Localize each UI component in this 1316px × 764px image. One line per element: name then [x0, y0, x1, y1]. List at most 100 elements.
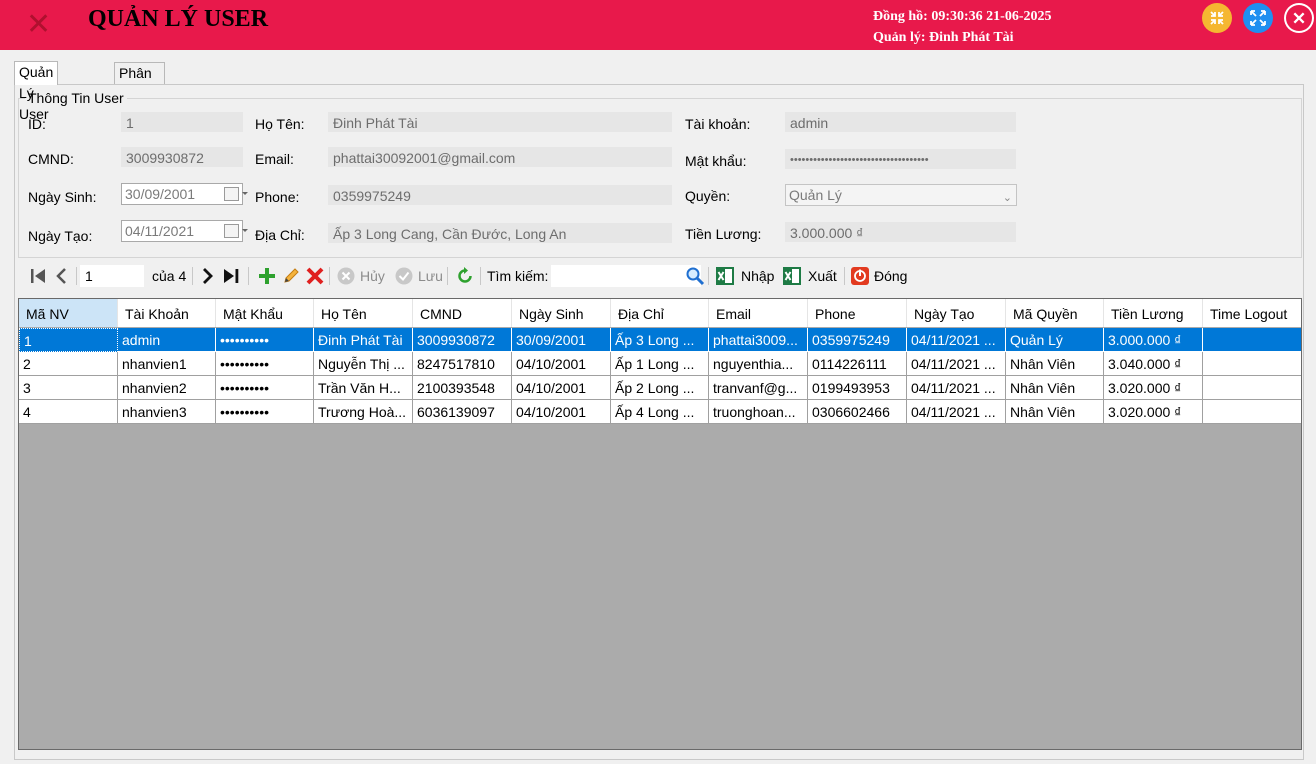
- column-header[interactable]: Ngày Sinh: [512, 299, 611, 327]
- column-header[interactable]: Tiền Lương: [1104, 299, 1203, 327]
- table-cell[interactable]: 6036139097: [413, 400, 512, 424]
- table-cell[interactable]: 04/11/2021 ...: [907, 400, 1006, 424]
- column-header[interactable]: Mã Quyền: [1006, 299, 1104, 327]
- table-cell[interactable]: Ấp 1 Long ...: [611, 352, 709, 376]
- table-cell[interactable]: Nhân Viên: [1006, 352, 1104, 376]
- tab-permissions[interactable]: Phân Quyền: [114, 62, 166, 102]
- close-button[interactable]: [1284, 3, 1314, 33]
- table-cell[interactable]: 04/11/2021 ...: [907, 376, 1006, 400]
- table-cell[interactable]: Nhân Viên: [1006, 400, 1104, 424]
- table-cell[interactable]: ••••••••••: [216, 352, 314, 376]
- table-row[interactable]: 2 nhanvien1 •••••••••• Nguyễn Thị ... 824751…: [19, 352, 1301, 376]
- email-field[interactable]: phattai30092001@gmail.com: [328, 147, 672, 167]
- minimize-button[interactable]: [1202, 3, 1232, 33]
- table-cell[interactable]: 04/10/2001: [512, 352, 611, 376]
- table-row[interactable]: 3 nhanvien2 •••••••••• Trần Văn H... 2100393…: [19, 376, 1301, 400]
- move-next-button[interactable]: [198, 266, 218, 286]
- salary-field[interactable]: 3.000.000 ₫: [785, 222, 1016, 242]
- table-cell[interactable]: 0359975249: [808, 328, 907, 352]
- table-cell[interactable]: 04/10/2001: [512, 376, 611, 400]
- role-select[interactable]: Quản Lý ⌄: [785, 184, 1017, 206]
- move-first-button[interactable]: [28, 266, 48, 286]
- table-cell[interactable]: ••••••••••: [216, 328, 314, 352]
- column-header[interactable]: Time Logout: [1203, 299, 1301, 327]
- app-close-icon[interactable]: ✕: [26, 10, 51, 40]
- move-previous-button[interactable]: [52, 266, 72, 286]
- table-cell[interactable]: tranvanf@g...: [709, 376, 808, 400]
- dob-datepicker[interactable]: 30/09/2001: [121, 183, 248, 205]
- column-header[interactable]: Họ Tên: [314, 299, 413, 327]
- move-last-button[interactable]: [221, 266, 241, 286]
- fullname-field[interactable]: Đinh Phát Tài: [328, 112, 672, 132]
- table-cell[interactable]: Nguyễn Thị ...: [314, 352, 413, 376]
- export-button[interactable]: Xuất: [782, 266, 837, 286]
- delete-button[interactable]: [305, 266, 325, 286]
- table-cell[interactable]: admin: [118, 328, 216, 352]
- table-cell[interactable]: [1203, 376, 1301, 400]
- add-button[interactable]: [257, 266, 277, 286]
- table-cell[interactable]: 2100393548: [413, 376, 512, 400]
- table-cell[interactable]: 3.020.000 ₫: [1104, 400, 1203, 424]
- id-field[interactable]: 1: [121, 112, 243, 132]
- tab-user-management[interactable]: Quản Lý User: [14, 61, 59, 122]
- table-cell[interactable]: 04/10/2001: [512, 400, 611, 424]
- refresh-button[interactable]: [455, 266, 475, 286]
- table-cell[interactable]: 04/11/2021 ...: [907, 328, 1006, 352]
- table-cell[interactable]: nhanvien1: [118, 352, 216, 376]
- table-cell[interactable]: [1203, 328, 1301, 352]
- address-field[interactable]: Ấp 3 Long Cang, Cần Đước, Long An: [328, 223, 672, 243]
- table-cell[interactable]: 4: [19, 400, 118, 424]
- table-cell[interactable]: Ấp 4 Long ...: [611, 400, 709, 424]
- column-header[interactable]: Email: [709, 299, 808, 327]
- table-cell[interactable]: Ấp 3 Long ...: [611, 328, 709, 352]
- import-button[interactable]: Nhập: [715, 266, 774, 286]
- table-cell[interactable]: nhanvien3: [118, 400, 216, 424]
- table-cell[interactable]: phattai3009...: [709, 328, 808, 352]
- table-cell[interactable]: 8247517810: [413, 352, 512, 376]
- column-header[interactable]: Mật Khẩu: [216, 299, 314, 327]
- calendar-icon[interactable]: [224, 187, 248, 201]
- account-field[interactable]: admin: [785, 112, 1016, 132]
- table-cell[interactable]: 0306602466: [808, 400, 907, 424]
- table-cell[interactable]: 3.040.000 ₫: [1104, 352, 1203, 376]
- edit-button[interactable]: [281, 266, 301, 286]
- column-header[interactable]: Ngày Tạo: [907, 299, 1006, 327]
- table-cell[interactable]: Ấp 2 Long ...: [611, 376, 709, 400]
- table-cell[interactable]: 1: [19, 328, 118, 352]
- table-cell[interactable]: Trương Hoà...: [314, 400, 413, 424]
- restore-button[interactable]: [1243, 3, 1273, 33]
- cmnd-field[interactable]: 3009930872: [121, 147, 243, 167]
- table-cell[interactable]: Trần Văn H...: [314, 376, 413, 400]
- close-form-button[interactable]: Đóng: [850, 266, 907, 286]
- save-button[interactable]: Lưu: [394, 266, 443, 286]
- table-cell[interactable]: 3.020.000 ₫: [1104, 376, 1203, 400]
- calendar-icon[interactable]: [224, 224, 248, 238]
- users-grid[interactable]: Mã NV Tài Khoản Mật Khẩu Họ Tên CMND Ngày Sin…: [18, 298, 1302, 750]
- column-header[interactable]: Địa Chỉ: [611, 299, 709, 327]
- table-cell[interactable]: 3.000.000 ₫: [1104, 328, 1203, 352]
- table-cell[interactable]: 30/09/2001: [512, 328, 611, 352]
- table-cell[interactable]: Nhân Viên: [1006, 376, 1104, 400]
- table-cell[interactable]: truonghoan...: [709, 400, 808, 424]
- password-field[interactable]: ••••••••••••••••••••••••••••••••••••: [785, 149, 1016, 169]
- table-row[interactable]: 1 admin •••••••••• Đinh Phát Tài 3009930872 3…: [19, 328, 1301, 352]
- page-position-input[interactable]: 1: [80, 265, 144, 287]
- table-cell[interactable]: Quản Lý: [1006, 328, 1104, 352]
- table-cell[interactable]: nhanvien2: [118, 376, 216, 400]
- table-cell[interactable]: ••••••••••: [216, 376, 314, 400]
- table-cell[interactable]: 0199493953: [808, 376, 907, 400]
- cancel-button[interactable]: Hủy: [336, 266, 385, 286]
- column-header[interactable]: Mã NV: [19, 299, 118, 327]
- table-cell[interactable]: 0114226111: [808, 352, 907, 376]
- table-cell[interactable]: 04/11/2021 ...: [907, 352, 1006, 376]
- search-input[interactable]: [551, 265, 701, 287]
- table-cell[interactable]: [1203, 352, 1301, 376]
- phone-field[interactable]: 0359975249: [328, 185, 672, 205]
- created-datepicker[interactable]: 04/11/2021: [121, 220, 248, 242]
- column-header[interactable]: CMND: [413, 299, 512, 327]
- table-cell[interactable]: [1203, 400, 1301, 424]
- table-cell[interactable]: Đinh Phát Tài: [314, 328, 413, 352]
- table-cell[interactable]: 3: [19, 376, 118, 400]
- table-cell[interactable]: 3009930872: [413, 328, 512, 352]
- search-button[interactable]: [685, 266, 705, 286]
